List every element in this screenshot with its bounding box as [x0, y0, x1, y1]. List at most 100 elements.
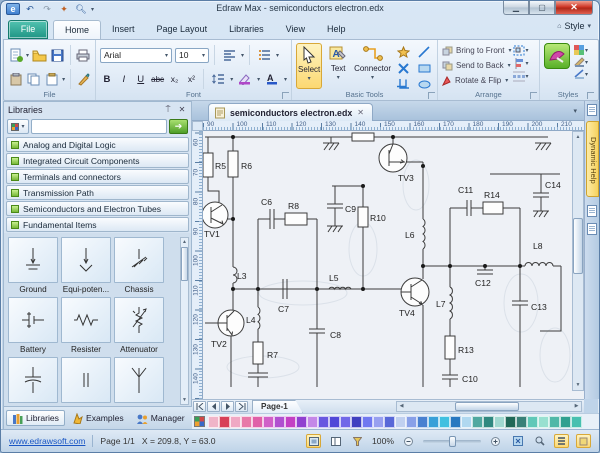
copy-icon[interactable]	[26, 71, 41, 88]
presentation-view-button[interactable]	[350, 434, 365, 448]
highlight-dropdown-icon[interactable]: ▾	[257, 76, 260, 83]
page-tab[interactable]: Page-1	[252, 400, 303, 413]
format-painter-icon[interactable]	[76, 71, 91, 88]
arrange-dialog-launcher[interactable]	[530, 92, 537, 99]
styles-dialog-launcher[interactable]	[587, 92, 594, 99]
tab-help[interactable]: Help	[316, 20, 357, 39]
shadow-button[interactable]: ▾	[574, 57, 588, 67]
close-button[interactable]: ✕	[555, 1, 593, 15]
panel-close-icon[interactable]: ✕	[177, 105, 187, 115]
select-tool-button[interactable]: Select▾	[296, 43, 322, 89]
send-to-back-button[interactable]: Send to Back▾	[442, 58, 511, 73]
print-icon[interactable]	[76, 47, 91, 64]
outline-button[interactable]	[554, 434, 569, 448]
line-tool-icon[interactable]	[415, 45, 433, 59]
file-menu-button[interactable]: File	[8, 20, 48, 39]
italic-button[interactable]: I	[117, 74, 131, 85]
library-group-integrated-circuit[interactable]: Integrated Circuit Components	[6, 153, 189, 168]
color-swatch[interactable]	[373, 416, 384, 428]
color-swatch[interactable]	[395, 416, 406, 428]
tab-view[interactable]: View	[275, 20, 316, 39]
bring-to-front-button[interactable]: Bring to Front▾	[442, 43, 511, 58]
clipboard-icon[interactable]	[44, 71, 59, 88]
color-swatch[interactable]	[384, 416, 395, 428]
vertical-scrollbar[interactable]: ▲ ▼	[572, 131, 584, 391]
highlight-icon[interactable]	[236, 71, 254, 88]
color-swatch[interactable]	[252, 416, 263, 428]
symbols-scrollbar[interactable]: ▲ ▼	[180, 237, 189, 405]
subscript-button[interactable]: x₂	[168, 74, 182, 84]
scroll-up-icon[interactable]: ▲	[573, 132, 583, 142]
edrawsoft-link[interactable]: www.edrawsoft.com	[9, 436, 85, 446]
color-swatch[interactable]	[494, 416, 505, 428]
color-swatch[interactable]	[428, 416, 439, 428]
pagesetup-button[interactable]	[576, 434, 591, 448]
symbol-antenna[interactable]	[114, 357, 164, 403]
color-swatch[interactable]	[362, 416, 373, 428]
color-swatch[interactable]	[538, 416, 549, 428]
color-swatch[interactable]	[263, 416, 274, 428]
search-input[interactable]	[31, 119, 167, 134]
text-tool-button[interactable]: A Text▾	[325, 43, 351, 89]
drawing-canvas[interactable]: R5 R6 TV1 TV2 TV3 TV4 C6 R8 C9 R10 C11 R…	[203, 131, 584, 399]
line-style-button[interactable]: ▾	[574, 69, 588, 79]
library-group-fundamental-items[interactable]: Fundamental Items	[6, 217, 189, 232]
spacing-dropdown-icon[interactable]: ▾	[230, 76, 233, 83]
zoom-in-button[interactable]	[488, 434, 503, 448]
panel-tab-examples[interactable]: Examples	[67, 410, 129, 426]
open-icon[interactable]	[32, 47, 47, 64]
tab-libraries[interactable]: Libraries	[218, 20, 275, 39]
polygon-tool-icon[interactable]	[394, 45, 412, 59]
color-swatch[interactable]	[274, 416, 285, 428]
font-color-icon[interactable]: A	[263, 71, 281, 88]
zoom-slider-thumb[interactable]	[449, 436, 456, 447]
tab-home[interactable]: Home	[53, 20, 101, 39]
font-family-select[interactable]: Arial▾	[100, 48, 172, 63]
color-swatch[interactable]	[483, 416, 494, 428]
zoom-out-button[interactable]	[401, 434, 416, 448]
palette-icon[interactable]	[194, 416, 205, 427]
prev-page-button[interactable]	[207, 401, 220, 412]
align-shapes-button[interactable]: ▾	[513, 58, 528, 69]
bold-button[interactable]: B	[100, 74, 114, 85]
symbol-contact[interactable]	[61, 357, 111, 403]
last-page-button[interactable]	[235, 401, 248, 412]
scroll-down-icon[interactable]: ▼	[573, 380, 583, 390]
save-icon[interactable]	[50, 47, 65, 64]
ellipse-tool-icon[interactable]	[415, 77, 433, 91]
scrollbar-thumb[interactable]	[455, 402, 519, 411]
symbol-ground[interactable]	[8, 237, 58, 283]
color-swatch[interactable]	[505, 416, 516, 428]
font-dialog-launcher[interactable]	[282, 92, 289, 99]
normal-view-button[interactable]	[306, 434, 321, 448]
library-group-transmission-path[interactable]: Transmission Path	[6, 185, 189, 200]
first-page-button[interactable]	[193, 401, 206, 412]
pan-zoom-button[interactable]	[532, 434, 547, 448]
distribute-button[interactable]: ▾	[513, 71, 528, 82]
horizontal-scrollbar[interactable]: ◀ ▶	[396, 401, 582, 412]
tab-insert[interactable]: Insert	[101, 20, 146, 39]
basic-tools-dialog-launcher[interactable]	[428, 92, 435, 99]
scroll-left-icon[interactable]: ◀	[397, 402, 406, 411]
color-swatch[interactable]	[318, 416, 329, 428]
color-swatch[interactable]	[285, 416, 296, 428]
color-swatch[interactable]	[208, 416, 219, 428]
delete-tool-icon[interactable]	[394, 61, 412, 75]
panel-tab-manager[interactable]: Manager	[131, 410, 190, 426]
group-button[interactable]: ▾	[513, 45, 528, 56]
color-swatch[interactable]	[516, 416, 527, 428]
symbol-capacitor[interactable]	[8, 357, 58, 403]
panel-tab-libraries[interactable]: Libraries	[6, 410, 65, 426]
color-swatch[interactable]	[527, 416, 538, 428]
library-group-terminals-connectors[interactable]: Terminals and connectors	[6, 169, 189, 184]
crop-tool-icon[interactable]	[394, 77, 412, 91]
circuit-diagram[interactable]: R5 R6 TV1 TV2 TV3 TV4 C6 R8 C9 R10 C11 R…	[203, 131, 584, 399]
rectangle-tool-icon[interactable]	[415, 61, 433, 75]
document-tab[interactable]: semiconductors electron.edx ✕	[208, 103, 373, 121]
scroll-right-icon[interactable]: ▶	[572, 402, 581, 411]
fill-color-button[interactable]: ▾	[574, 45, 588, 55]
help-doc-icon[interactable]	[587, 205, 597, 217]
color-swatch[interactable]	[406, 416, 417, 428]
color-swatch[interactable]	[241, 416, 252, 428]
color-swatch[interactable]	[296, 416, 307, 428]
